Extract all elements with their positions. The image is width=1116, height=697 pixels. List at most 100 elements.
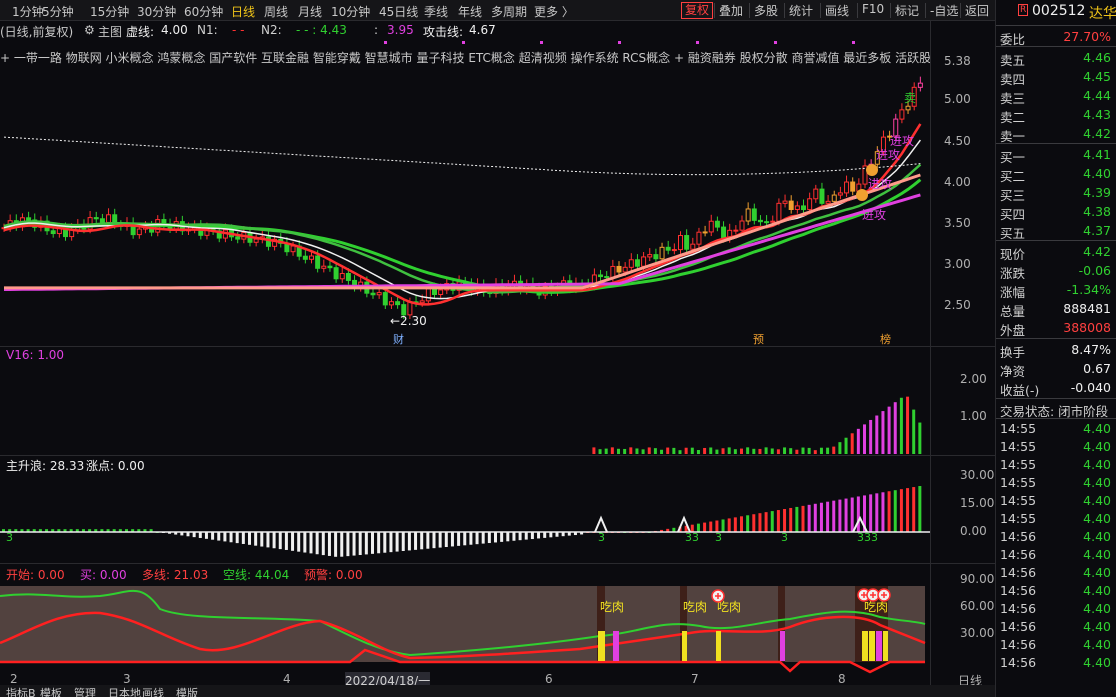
toolbar-button[interactable]: 标记 <box>892 2 922 19</box>
period-tab[interactable]: 多周期 <box>491 3 527 20</box>
tick-row: 14:56 4.40 <box>996 618 1116 636</box>
quote-value: 4.37 <box>1083 223 1111 238</box>
stock-name: 达华 <box>1089 6 1116 22</box>
bottom-tab[interactable]: 日本地 <box>108 685 141 697</box>
toolbar-button[interactable]: F10 <box>859 2 887 19</box>
wave-bar <box>204 532 208 539</box>
period-tab[interactable]: 5分钟 <box>42 3 74 20</box>
wave-bar <box>334 532 338 557</box>
wave-bar <box>844 498 848 532</box>
wave-bar <box>278 532 282 550</box>
v16-bar <box>598 449 602 454</box>
bottom-tab[interactable]: 模版 <box>176 685 198 697</box>
weibi-row: 委比 27.70% <box>1000 29 1111 47</box>
period-tab[interactable]: 年线 <box>458 3 482 20</box>
toolbar-separator <box>784 3 785 18</box>
indicator-item: 预警: 0.00 <box>304 568 363 582</box>
wave-bar <box>327 532 331 556</box>
tick-price: 4.40 <box>1083 475 1111 490</box>
candle-body <box>837 192 843 196</box>
quote-value: 8.47% <box>1071 342 1111 357</box>
buy-bar <box>716 631 721 661</box>
bottom-tab[interactable]: 画线 <box>142 685 164 697</box>
toolbar-button[interactable]: 复权 <box>681 2 714 19</box>
top-toolbar: 1分钟 5分钟 15分钟 30分钟 60分钟 日线 周线 月线 10分钟 45日线 季线 年线 多周期更… <box>0 0 1116 21</box>
candle-body <box>801 205 806 211</box>
buy-marker-icon <box>866 164 878 176</box>
candle-body <box>345 272 351 281</box>
wave-bar <box>198 532 202 538</box>
v16-bar <box>863 424 866 454</box>
quote-value: 4.42 <box>1083 126 1111 141</box>
attack-label: 进攻 <box>868 177 892 191</box>
bottom-tab[interactable]: 管理 <box>74 685 96 697</box>
bottom-tab[interactable]: 指标B <box>6 685 36 697</box>
candle-body <box>825 200 831 204</box>
wave-bar <box>192 532 196 538</box>
quote-value: 4.38 <box>1083 204 1111 219</box>
candle-body <box>333 267 339 280</box>
period-tab[interactable]: 1分钟 <box>12 3 44 20</box>
signal-dot <box>540 41 543 44</box>
tick-time: 14:55 <box>1000 457 1037 472</box>
candle-body <box>678 235 683 251</box>
candle-body <box>721 226 727 240</box>
wave-bar <box>229 532 233 543</box>
candle-body <box>622 266 628 273</box>
candle-body <box>290 245 296 253</box>
signal-dot <box>774 41 777 44</box>
wave-bar <box>340 532 344 557</box>
candle-body <box>106 214 112 223</box>
candle-body <box>438 289 444 295</box>
v16-bar <box>709 447 713 454</box>
quote-row: 现价 4.42 <box>996 242 1116 262</box>
quote-row: 净资 0.67 <box>996 359 1116 379</box>
price-tick: 2.50 <box>944 298 971 312</box>
toolbar-button[interactable]: 叠加 <box>716 2 746 19</box>
divider <box>996 418 1116 419</box>
v16-bar <box>604 448 608 454</box>
candle-body <box>671 249 677 252</box>
tick-time: 14:56 <box>1000 601 1037 616</box>
tick-time: 14:55 <box>1000 511 1037 526</box>
period-tab[interactable]: 月线 <box>298 3 322 20</box>
period-tab[interactable]: 45日线 <box>379 3 418 20</box>
bottom-tabbar: 指标B 模板 管理 日本地 画线 模版 <box>0 685 995 697</box>
wave-bar <box>740 516 743 532</box>
kline-chart-area[interactable]: (日线,前复权) ⚙ 主图 虚线: 4.00 N1: - - N2: - - : 4.43… <box>0 21 995 689</box>
wave-bar <box>549 532 553 538</box>
v16-bar <box>647 447 651 454</box>
toolbar-button[interactable]: 返回 <box>962 2 992 19</box>
axis-tick: 0.00 <box>960 524 987 538</box>
candle-body <box>315 255 321 269</box>
wave-bar <box>783 509 787 532</box>
toolbar-button[interactable]: 多股 <box>751 2 781 19</box>
period-tab[interactable]: 日线 <box>231 3 255 20</box>
candle-body <box>794 205 800 211</box>
bottom-tab[interactable]: 模板 <box>40 685 62 697</box>
period-tab[interactable]: 15分钟 <box>90 3 129 20</box>
quote-row: 买四 4.38 <box>996 202 1116 222</box>
v16-bar <box>813 450 817 454</box>
period-tab[interactable]: 30分钟 <box>137 3 176 20</box>
tick-price: 4.40 <box>1083 637 1111 652</box>
v16-bar <box>758 448 762 454</box>
wave-bar <box>764 512 768 532</box>
v16-bar <box>838 442 842 454</box>
toolbar-button[interactable]: 统计 <box>786 2 816 19</box>
quote-value: 388008 <box>1063 320 1111 335</box>
period-tab[interactable]: 更多 〉 <box>534 3 574 20</box>
axis-tick: 60.00 <box>960 599 995 613</box>
v16-bar <box>617 448 620 454</box>
v16-bar <box>912 409 916 454</box>
quote-value: 888481 <box>1063 301 1111 316</box>
period-tab[interactable]: 10分钟 <box>331 3 370 20</box>
tick-time: 14:56 <box>1000 583 1037 598</box>
period-tab[interactable]: 季线 <box>424 3 448 20</box>
toolbar-button[interactable]: 画线 <box>822 2 852 19</box>
period-tab[interactable]: 60分钟 <box>184 3 223 20</box>
period-tab[interactable]: 周线 <box>264 3 288 20</box>
toolbar-button[interactable]: -自选 <box>927 2 961 19</box>
wave-bar <box>850 497 854 532</box>
wave-bar <box>315 532 319 555</box>
